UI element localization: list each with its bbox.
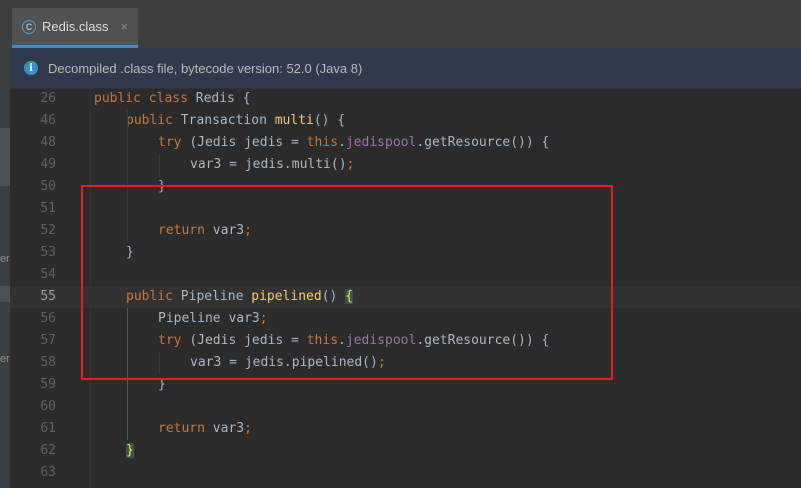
- line-number: 63: [40, 465, 56, 480]
- code-token: ;: [244, 421, 252, 436]
- tool-strip-label-bottom[interactable]: er: [0, 353, 10, 365]
- line-number: 46: [40, 113, 56, 128]
- editor-tab-bar: C Redis.class ×: [10, 0, 801, 49]
- info-icon: i: [24, 61, 38, 75]
- indent-guide: [159, 154, 160, 176]
- line-number: 53: [40, 245, 56, 260]
- line-number: 59: [40, 377, 56, 392]
- code-line[interactable]: 60: [10, 396, 801, 418]
- line-number: 57: [40, 333, 56, 348]
- code-token: public class: [94, 91, 196, 106]
- code-token: jedispool: [345, 135, 417, 150]
- close-icon[interactable]: ×: [120, 19, 128, 34]
- code-text: public Transaction multi() {: [126, 110, 345, 132]
- code-token: var3 = jedis.multi(): [190, 157, 347, 172]
- line-number: 49: [40, 157, 56, 172]
- line-number: 62: [40, 443, 56, 458]
- code-text: try (Jedis jedis = this.jedispool.getRes…: [158, 132, 549, 154]
- left-tool-strip: er er: [0, 0, 10, 488]
- code-line[interactable]: 46 public Transaction multi() {: [10, 110, 801, 132]
- code-line[interactable]: 26 public class Redis {: [10, 88, 801, 110]
- code-token: try: [158, 135, 190, 150]
- line-number: 60: [40, 399, 56, 414]
- code-text: var3 = jedis.multi();: [190, 154, 354, 176]
- code-line[interactable]: 61 return var3;: [10, 418, 801, 440]
- decompiled-notice-banner: i Decompiled .class file, bytecode versi…: [10, 48, 801, 89]
- code-token: () {: [313, 113, 346, 128]
- code-token: public: [126, 113, 181, 128]
- code-line[interactable]: 49 var3 = jedis.multi();: [10, 154, 801, 176]
- code-line[interactable]: 63: [10, 462, 801, 484]
- tab-title: Redis.class: [42, 19, 109, 34]
- line-number: 61: [40, 421, 56, 436]
- code-token: var3: [212, 421, 245, 436]
- highlight-annotation-box: [81, 185, 613, 380]
- code-text: public class Redis {: [94, 88, 251, 110]
- tab-redis-class[interactable]: C Redis.class ×: [12, 8, 138, 48]
- code-token: ;: [346, 157, 355, 172]
- code-token: .getResource()) {: [416, 135, 550, 150]
- line-number: 50: [40, 179, 56, 194]
- line-number: 56: [40, 311, 56, 326]
- tool-strip-label-top[interactable]: er: [0, 253, 10, 265]
- code-token: this: [306, 135, 339, 150]
- code-text: }: [126, 440, 134, 462]
- code-token: multi: [274, 113, 314, 128]
- line-number: 55: [40, 289, 56, 304]
- line-number: 51: [40, 201, 56, 216]
- code-token: Redis {: [195, 91, 251, 106]
- tool-strip-button-top[interactable]: [0, 128, 10, 186]
- code-text: return var3;: [158, 418, 252, 440]
- line-number: 48: [40, 135, 56, 150]
- line-number: 26: [40, 91, 56, 106]
- code-token: Transaction: [180, 113, 275, 128]
- class-file-icon: C: [22, 19, 36, 34]
- code-token: return: [158, 421, 213, 436]
- matched-brace: }: [126, 443, 134, 458]
- line-number: 58: [40, 355, 56, 370]
- line-number: 52: [40, 223, 56, 238]
- code-token: (Jedis jedis =: [189, 135, 307, 150]
- code-line[interactable]: 62}: [10, 440, 801, 462]
- banner-text: Decompiled .class file, bytecode version…: [48, 60, 363, 76]
- tool-strip-button-bottom[interactable]: [0, 286, 10, 302]
- line-number: 54: [40, 267, 56, 282]
- code-token: .: [338, 135, 346, 150]
- code-line[interactable]: 48 try (Jedis jedis = this.jedispool.getR…: [10, 132, 801, 154]
